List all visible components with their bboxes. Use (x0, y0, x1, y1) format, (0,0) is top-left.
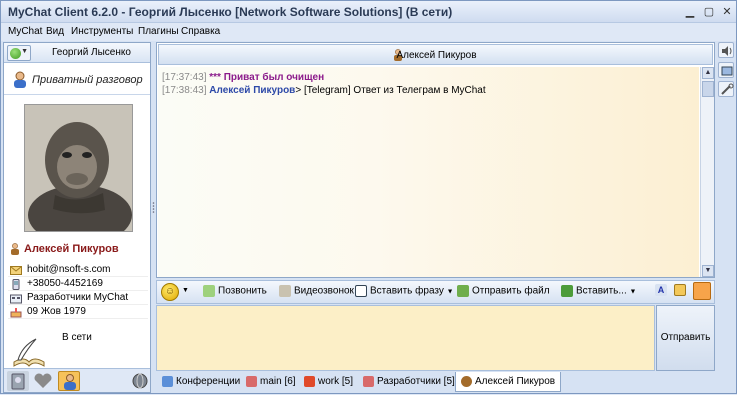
chat-header: Алексей Пикуров (158, 44, 713, 65)
message-scrollbar[interactable]: ▲ ▼ (700, 67, 714, 277)
user-name: Алексей Пикуров (24, 243, 119, 255)
minimize-button[interactable]: ▁ (683, 6, 697, 18)
insert-phrase-button[interactable]: Вставить фразу ▼ (355, 285, 454, 297)
message-input[interactable] (156, 305, 655, 371)
birthday-row: 09 Жов 1979 (8, 306, 148, 319)
quill-book-icon (13, 338, 45, 367)
department-row: Разработчики MyChat (8, 292, 148, 305)
close-button[interactable]: ✕ (720, 6, 734, 18)
online-status-icon (10, 48, 21, 59)
left-panel: ▼ Георгий Лысенко Приватный разговор Але… (3, 42, 151, 393)
emoji-panel-icon[interactable] (693, 282, 714, 300)
panel-splitter[interactable] (152, 201, 155, 215)
menu-plugins[interactable]: Плагины (138, 26, 179, 37)
file-transfer-icon (457, 285, 469, 297)
menu-help[interactable]: Справка (181, 26, 220, 37)
insert-icon (561, 285, 573, 297)
phone-row: +38050-4452169 (8, 278, 148, 291)
contacts-book-icon[interactable] (7, 371, 29, 391)
app-window: MyChat Client 6.2.0 - Георгий Лысенко [N… (0, 0, 737, 394)
maximize-button[interactable]: ▢ (702, 6, 716, 18)
user-avatar (24, 104, 133, 232)
tab-private-chat[interactable]: Алексей Пикуров (455, 372, 562, 392)
channel-icon (246, 376, 257, 387)
menu-mychat[interactable]: MyChat (8, 26, 42, 37)
private-chat-header: Приватный разговор (4, 65, 150, 95)
sound-icon[interactable] (718, 42, 734, 58)
user-email[interactable]: hobit@nsoft-s.com (27, 264, 111, 275)
font-style-icon[interactable]: A (655, 284, 670, 296)
message-line: [17:38:43] Алексей Пикуров> [Telegram] О… (162, 85, 486, 96)
menu-view[interactable]: Вид (46, 26, 64, 37)
channel-icon (363, 376, 374, 387)
user-department: Разработчики MyChat (27, 292, 129, 303)
user-status-icon (461, 376, 472, 387)
tab-main[interactable]: main [6] (246, 372, 296, 392)
user-info-tab-icon[interactable] (58, 371, 80, 391)
birthday-cake-icon (10, 308, 22, 318)
send-file-button[interactable]: Отправить файл (457, 285, 550, 297)
message-timestamp: [17:38:43] (162, 85, 207, 96)
message-timestamp: [17:37:43] (162, 72, 207, 83)
chat-panel: Алексей Пикуров [17:37:43] *** Приват бы… (156, 42, 715, 278)
tab-work[interactable]: work [5] (304, 372, 353, 392)
message-log: [17:37:43] *** Приват был очищен [17:38:… (158, 67, 699, 277)
user-birthday: 09 Жов 1979 (27, 306, 86, 317)
channel-icon (304, 376, 315, 387)
phrase-icon (355, 285, 367, 297)
email-icon (10, 266, 22, 275)
message-toolbar: ☺ ▼ Позвонить Видеозвонок Вставить фразу… (156, 280, 715, 304)
conferences-icon (162, 376, 173, 387)
video-call-button[interactable]: Видеозвонок (279, 285, 354, 297)
user-phone: +38050-4452169 (27, 278, 103, 289)
smiley-icon[interactable]: ☺ (161, 283, 179, 301)
scroll-thumb[interactable] (702, 81, 714, 97)
scroll-up-arrow-icon[interactable]: ▲ (702, 67, 714, 79)
heart-icon[interactable] (32, 371, 54, 391)
user-status-area: В сети (4, 322, 150, 370)
scroll-down-arrow-icon[interactable]: ▼ (702, 265, 714, 277)
call-button[interactable]: Позвонить (203, 285, 267, 297)
window-mode-icon[interactable] (718, 62, 734, 78)
title-bar: MyChat Client 6.2.0 - Георгий Лысенко [N… (1, 1, 736, 23)
webcam-icon (279, 285, 291, 297)
window-title: MyChat Client 6.2.0 - Георгий Лысенко [N… (8, 5, 453, 19)
message-author[interactable]: Алексей Пикуров (209, 85, 295, 96)
menu-bar: MyChat Вид Инструменты Плагины Справка (1, 23, 736, 41)
tools-icon[interactable] (718, 81, 734, 97)
send-button[interactable]: Отправить (656, 305, 715, 371)
department-icon (10, 294, 22, 304)
message-line: [17:37:43] *** Приват был очищен (162, 72, 324, 83)
globe-icon[interactable] (129, 371, 151, 391)
chat-header-title: Алексей Пикуров (396, 50, 477, 61)
user-icon (14, 71, 26, 88)
email-row: hobit@nsoft-s.com (8, 264, 148, 277)
tab-developers[interactable]: Разработчики [5] (363, 372, 455, 392)
tab-conferences[interactable]: Конференции (162, 372, 240, 392)
chat-tabs: Конференции main [6] work [5] Разработчи… (156, 372, 736, 393)
phone-call-icon (203, 285, 215, 297)
status-dropdown[interactable]: ▼ (7, 45, 31, 61)
message-text: [Telegram] Ответ из Телеграм в MyChat (301, 85, 486, 96)
menu-tools[interactable]: Инструменты (71, 26, 133, 37)
smiley-dropdown-icon[interactable]: ▼ (182, 287, 189, 294)
format-icon[interactable] (674, 284, 689, 296)
user-status-icon (11, 243, 19, 255)
my-name: Георгий Лысенко (52, 47, 131, 58)
user-status-text: В сети (62, 332, 92, 343)
chevron-down-icon: ▼ (21, 48, 28, 55)
my-status-bar: ▼ Георгий Лысенко (4, 43, 150, 63)
system-message: *** Приват был очищен (209, 72, 325, 83)
left-bottom-toolbar (4, 368, 150, 392)
insert-button[interactable]: Вставить... ▼ (561, 285, 636, 297)
private-chat-label: Приватный разговор (32, 74, 143, 86)
phone-icon (12, 279, 20, 290)
user-info-panel: Алексей Пикуров hobit@nsoft-s.com +38050… (4, 97, 150, 367)
